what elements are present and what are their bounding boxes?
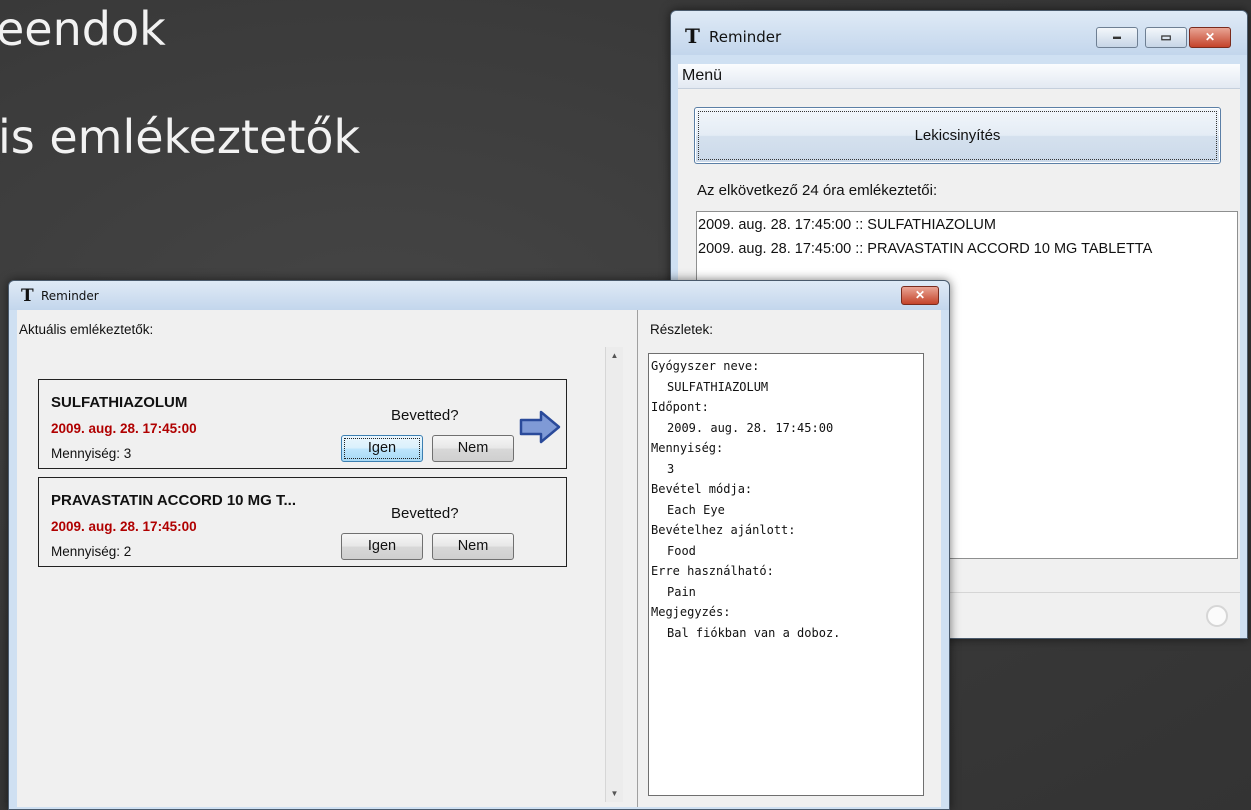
- detail-key: Bevételhez ajánlott:: [651, 523, 796, 537]
- no-button[interactable]: Nem: [432, 435, 514, 462]
- detail-value: Bal fiókban van a doboz.: [667, 625, 841, 640]
- reminder-time: 2009. aug. 28. 17:45:00: [51, 519, 197, 534]
- collapse-button[interactable]: Lekicsinyítés: [694, 107, 1221, 164]
- reminder-list-area: SULFATHIAZOLUM 2009. aug. 28. 17:45:00 M…: [17, 347, 631, 802]
- details-text-area[interactable]: Gyógyszer neve: SULFATHIAZOLUM Időpont: …: [648, 353, 924, 796]
- reminder-quantity: Mennyiség: 2: [51, 544, 132, 559]
- taken-question: Bevetted?: [391, 505, 459, 522]
- reminder-name: SULFATHIAZOLUM: [51, 394, 188, 411]
- window-title: Reminder: [41, 289, 99, 303]
- close-button[interactable]: ✕: [1189, 27, 1231, 48]
- detail-key: Mennyiség:: [651, 441, 724, 455]
- close-icon: ✕: [914, 288, 926, 302]
- title-bar[interactable]: T Reminder ▬ ▭ ✕: [671, 11, 1247, 55]
- right-arrow-icon: [519, 410, 561, 444]
- title-bar[interactable]: T Reminder ✕: [9, 281, 949, 310]
- maximize-icon: ▭: [1160, 30, 1172, 44]
- current-reminders-panel: Aktuális emlékeztetők: SULFATHIAZOLUM 20…: [17, 310, 637, 807]
- close-icon: ✕: [1204, 30, 1216, 44]
- detail-value: 2009. aug. 28. 17:45:00: [667, 420, 834, 435]
- reminder-name: PRAVASTATIN ACCORD 10 MG T...: [51, 492, 297, 509]
- app-icon: T: [685, 24, 700, 48]
- yes-button[interactable]: Igen: [341, 533, 423, 560]
- details-panel: Részletek: Gyógyszer neve: SULFATHIAZOLU…: [638, 310, 941, 807]
- window-content: Aktuális emlékeztetők: SULFATHIAZOLUM 20…: [17, 310, 941, 807]
- taken-question: Bevetted?: [391, 407, 459, 424]
- reminder-window-current: T Reminder ✕ Aktuális emlékeztetők: SULF…: [8, 280, 950, 810]
- scroll-down-arrow-icon[interactable]: ▼: [606, 785, 623, 802]
- app-icon: T: [21, 286, 34, 306]
- window-title: Reminder: [709, 28, 782, 46]
- minimize-icon: ▬: [1113, 32, 1121, 41]
- yes-button[interactable]: Igen: [341, 435, 423, 462]
- list-item[interactable]: 2009. aug. 28. 17:45:00 :: SULFATHIAZOLU…: [697, 213, 1237, 237]
- status-circle-icon: [1206, 605, 1228, 627]
- slide-heading-line1: eendok: [0, 2, 166, 56]
- reminder-time: 2009. aug. 28. 17:45:00: [51, 421, 197, 436]
- close-button[interactable]: ✕: [901, 286, 939, 305]
- upcoming-label: Az elkövetkező 24 óra emlékeztetői:: [697, 182, 938, 199]
- maximize-button[interactable]: ▭: [1145, 27, 1187, 48]
- detail-key: Erre használható:: [651, 564, 774, 578]
- detail-value: Food: [667, 543, 696, 558]
- minimize-button[interactable]: ▬: [1096, 27, 1138, 48]
- detail-key: Megjegyzés:: [651, 605, 731, 619]
- detail-value: 3: [667, 461, 675, 476]
- current-reminders-label: Aktuális emlékeztetők:: [19, 322, 154, 337]
- detail-value: Each Eye: [667, 502, 725, 517]
- slide-heading-line2: is emlékeztetők: [0, 110, 361, 164]
- detail-value: SULFATHIAZOLUM: [667, 379, 769, 394]
- detail-value: Pain: [667, 584, 696, 599]
- list-item[interactable]: 2009. aug. 28. 17:45:00 :: PRAVASTATIN A…: [697, 237, 1237, 261]
- menu-item-menu[interactable]: Menü: [682, 67, 722, 84]
- detail-key: Gyógyszer neve:: [651, 359, 760, 373]
- reminder-card: PRAVASTATIN ACCORD 10 MG T... 2009. aug.…: [38, 477, 567, 567]
- vertical-scrollbar[interactable]: ▲ ▼: [605, 347, 623, 802]
- reminder-card: SULFATHIAZOLUM 2009. aug. 28. 17:45:00 M…: [38, 379, 567, 469]
- menu-bar: Menü: [678, 64, 1240, 89]
- no-button[interactable]: Nem: [432, 533, 514, 560]
- detail-key: Időpont:: [651, 400, 709, 414]
- detail-key: Bevétel módja:: [651, 482, 753, 496]
- reminder-quantity: Mennyiség: 3: [51, 446, 132, 461]
- scroll-up-arrow-icon[interactable]: ▲: [606, 347, 623, 364]
- details-label: Részletek:: [650, 322, 714, 337]
